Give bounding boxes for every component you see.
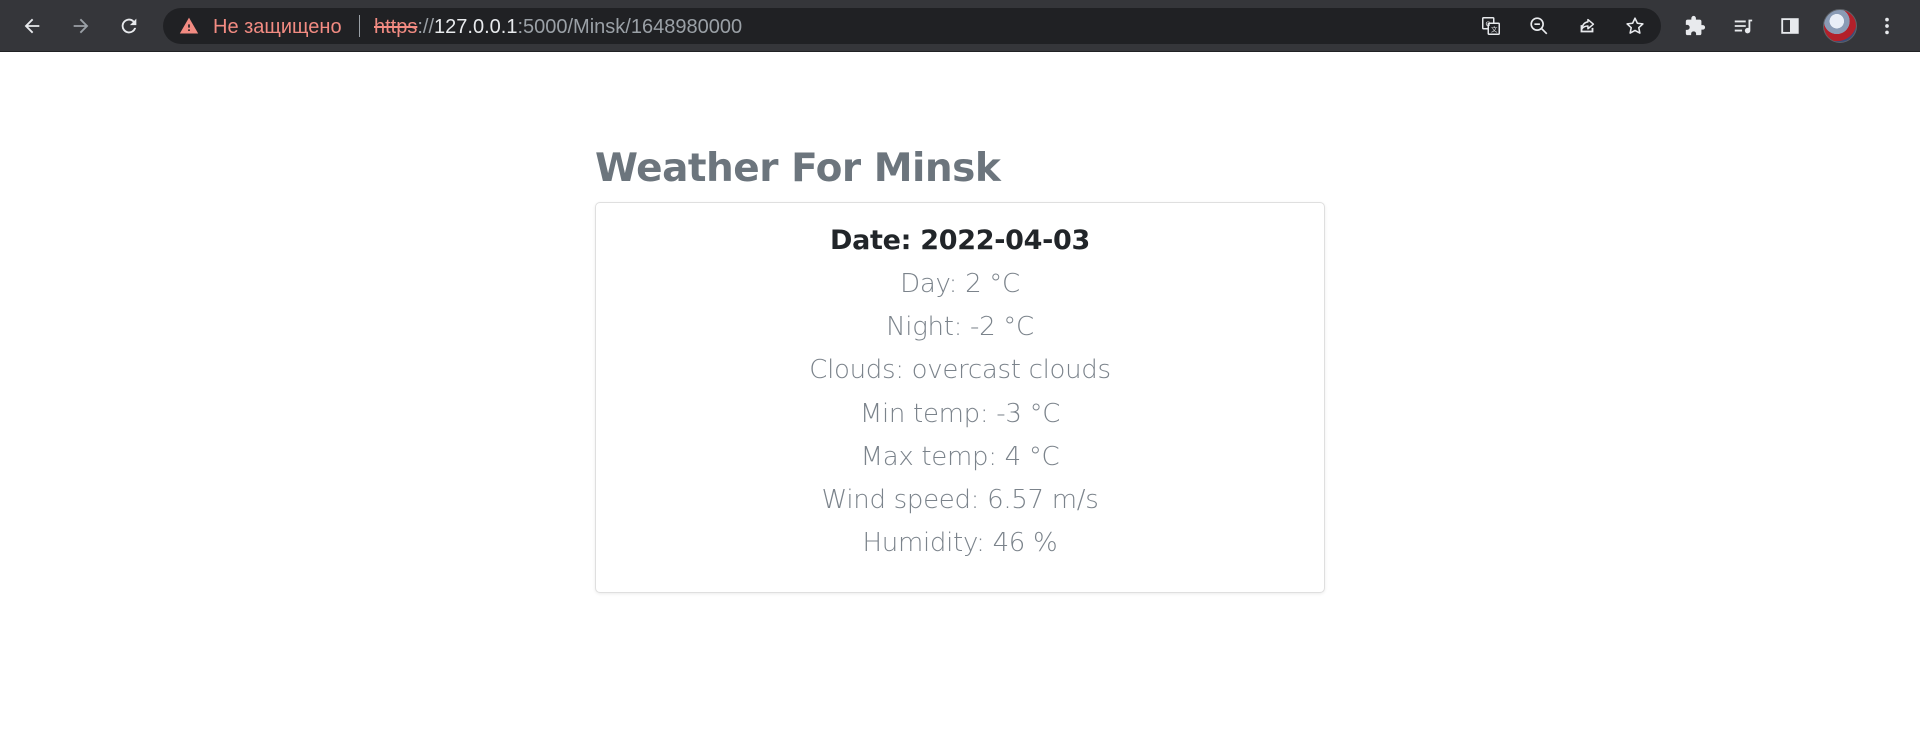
address-bar[interactable]: Не защищено https://127.0.0.1:5000/Minsk… (163, 8, 1661, 44)
browser-menu-button[interactable] (1870, 9, 1904, 43)
warning-icon (179, 17, 199, 34)
wind-speed: Wind speed: 6.57 m/s (821, 485, 1099, 515)
url-host: 127.0.0.1 (434, 16, 518, 38)
weather-card: Date: 2022-04-03 Day: 2 °C Night: -2 °C … (595, 202, 1325, 593)
profile-avatar[interactable] (1823, 9, 1857, 43)
url-scheme: https (374, 16, 418, 38)
omnibox-divider (359, 15, 360, 37)
reading-list-button[interactable] (1726, 9, 1760, 43)
zoom-out-icon (1530, 17, 1548, 35)
reading-list-icon (1734, 19, 1753, 34)
humidity: Humidity: 46 % (862, 528, 1058, 558)
not-secure-label[interactable]: Не защищено (213, 16, 342, 38)
back-icon (24, 18, 40, 34)
side-panel-button[interactable] (1773, 9, 1807, 43)
browser-toolbar: Не защищено https://127.0.0.1:5000/Minsk… (0, 0, 1920, 52)
reload-button[interactable] (112, 9, 146, 43)
extensions-icon (1685, 15, 1706, 36)
page-title: Weather For Minsk (595, 146, 1001, 191)
svg-text:G: G (1486, 20, 1491, 28)
day-temperature: Day: 2 °C (900, 269, 1020, 299)
share-button[interactable] (1575, 14, 1599, 38)
translate-button[interactable]: G文 (1479, 14, 1503, 38)
side-panel-icon (1781, 18, 1799, 34)
min-temperature: Min temp: -3 °C (859, 399, 1061, 429)
zoom-button[interactable] (1527, 14, 1551, 38)
translate-icon: G文 (1482, 17, 1500, 35)
svg-text:文: 文 (1491, 25, 1498, 34)
reload-icon (121, 18, 137, 34)
menu-icon (1885, 17, 1889, 35)
extensions-button[interactable] (1678, 9, 1712, 43)
star-icon (1626, 17, 1644, 34)
max-temperature: Max temp: 4 °C (860, 442, 1060, 472)
url-path: :5000/Minsk/1648980000 (517, 16, 743, 38)
bookmark-button[interactable] (1623, 14, 1647, 38)
clouds-description: Clouds: overcast clouds (809, 355, 1111, 385)
forecast-date: Date: 2022-04-03 (830, 225, 1090, 256)
forward-button[interactable] (64, 9, 98, 43)
forward-icon (73, 18, 89, 34)
back-button[interactable] (15, 9, 49, 43)
url-text[interactable]: https://127.0.0.1:5000/Minsk/1648980000 (374, 16, 742, 38)
url-separator: :// (417, 16, 435, 38)
share-icon (1580, 18, 1595, 33)
night-temperature: Night: -2 °C (886, 312, 1034, 342)
